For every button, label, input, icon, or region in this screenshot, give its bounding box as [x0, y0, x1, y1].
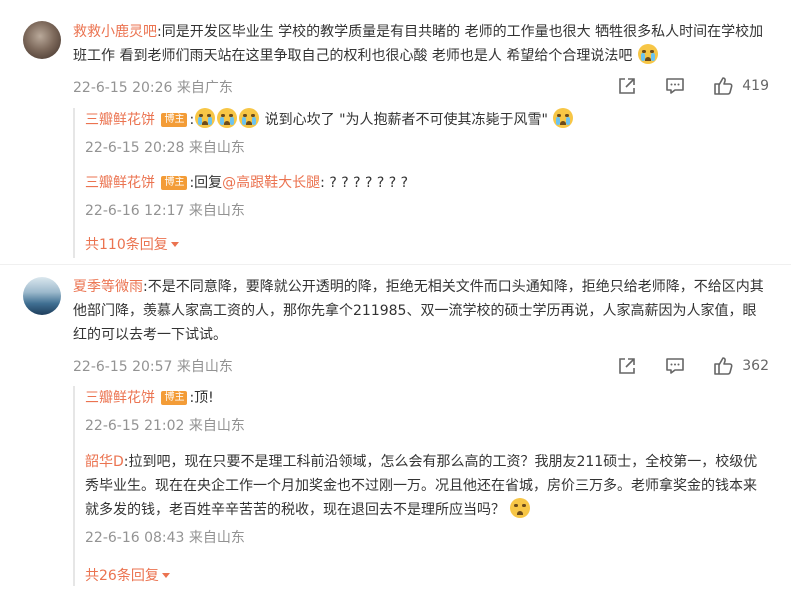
- crying-emoji-icon: [239, 108, 260, 128]
- crying-emoji-icon: [553, 108, 574, 128]
- reply-body: :顶!: [189, 390, 214, 406]
- reply-item: 韶华D:拉到吧，现在只要不是理工科前沿领域，怎么会有那么高的工资？我朋友211硕…: [85, 450, 765, 548]
- chevron-down-icon: [170, 242, 179, 247]
- author-badge: 博主: [161, 176, 188, 190]
- reply-username[interactable]: 三瓣鲜花饼: [85, 112, 155, 128]
- reply-item: 三瓣鲜花饼 博主: 说到心坎了 "为人抱薪者不可使其冻毙于风雪" 22-6-15…: [85, 108, 765, 158]
- comment-body: :同是开发区毕业生 学校的教学质量是有目共睹的 老师的工作量也很大 牺牲很多私人…: [73, 24, 764, 64]
- reply-username[interactable]: 韶华D: [85, 454, 124, 470]
- crying-emoji-icon: [195, 108, 216, 128]
- like-icon[interactable]: [712, 75, 734, 97]
- crying-emoji-icon: [217, 108, 238, 128]
- comment-username[interactable]: 夏季等微雨: [73, 279, 143, 295]
- reply-username[interactable]: 三瓣鲜花饼: [85, 175, 155, 191]
- like-count: 362: [742, 358, 769, 374]
- comment-username[interactable]: 救救小鹿灵吧: [73, 24, 157, 40]
- comment-actions: 419: [590, 75, 769, 97]
- comment-text: 夏季等微雨:不是不同意降，要降就公开透明的降，拒绝无相关文件而口头通知降，拒绝只…: [73, 275, 765, 347]
- comment-icon[interactable]: [664, 355, 686, 377]
- reply-body: : ? ? ? ? ? ? ?: [320, 175, 409, 191]
- reply-meta: 22-6-15 21:02 来自山东: [85, 418, 245, 434]
- reply-meta: 22-6-16 08:43 来自山东: [85, 530, 245, 546]
- reply-body: :拉到吧，现在只要不是理工科前沿领域，怎么会有那么高的工资？我朋友211硕士，全…: [85, 454, 758, 518]
- chevron-down-icon: [161, 573, 170, 578]
- reply-item: 三瓣鲜花饼 博主:顶! 22-6-15 21:02 来自山东: [85, 386, 765, 436]
- comment-body: :不是不同意降，要降就公开透明的降，拒绝无相关文件而口头通知降，拒绝只给老师降，…: [73, 279, 764, 343]
- crying-emoji-icon: [637, 44, 658, 64]
- comment-icon[interactable]: [664, 75, 686, 97]
- comment-meta: 22-6-15 20:26 来自广东: [73, 80, 233, 96]
- comment-text: 救救小鹿灵吧:同是开发区毕业生 学校的教学质量是有目共睹的 老师的工作量也很大 …: [73, 20, 773, 68]
- reply-meta: 22-6-15 20:28 来自山东: [85, 140, 245, 156]
- mention-link[interactable]: @高跟鞋大长腿: [222, 175, 320, 191]
- reply-meta: 22-6-16 12:17 来自山东: [85, 203, 245, 219]
- like-icon[interactable]: [712, 355, 734, 377]
- sweat-emoji-icon: [510, 498, 531, 518]
- reply-body: 说到心坎了 "为人抱薪者不可使其冻毙于风雪": [260, 112, 548, 128]
- avatar[interactable]: [23, 21, 61, 59]
- author-badge: 博主: [161, 391, 188, 405]
- more-replies-link[interactable]: 共110条回复: [85, 234, 179, 254]
- share-icon[interactable]: [616, 355, 638, 377]
- author-badge: 博主: [161, 113, 188, 127]
- avatar[interactable]: [23, 277, 61, 315]
- more-replies-link[interactable]: 共26条回复: [85, 565, 170, 585]
- reply-thread: 三瓣鲜花饼 博主: 说到心坎了 "为人抱薪者不可使其冻毙于风雪" 22-6-15…: [73, 108, 775, 258]
- more-replies-label: 共26条回复: [85, 568, 159, 584]
- divider: [0, 264, 791, 265]
- comment-actions: 362: [590, 355, 769, 377]
- comment-meta: 22-6-15 20:57 来自山东: [73, 359, 233, 375]
- like-count: 419: [742, 78, 769, 94]
- reply-prefix: :回复: [189, 175, 223, 191]
- more-replies-label: 共110条回复: [85, 237, 168, 253]
- reply-thread: 三瓣鲜花饼 博主:顶! 22-6-15 21:02 来自山东 韶华D:拉到吧，现…: [73, 386, 775, 586]
- reply-username[interactable]: 三瓣鲜花饼: [85, 390, 155, 406]
- reply-item: 三瓣鲜花饼 博主:回复@高跟鞋大长腿: ? ? ? ? ? ? ? 22-6-1…: [85, 171, 765, 221]
- share-icon[interactable]: [616, 75, 638, 97]
